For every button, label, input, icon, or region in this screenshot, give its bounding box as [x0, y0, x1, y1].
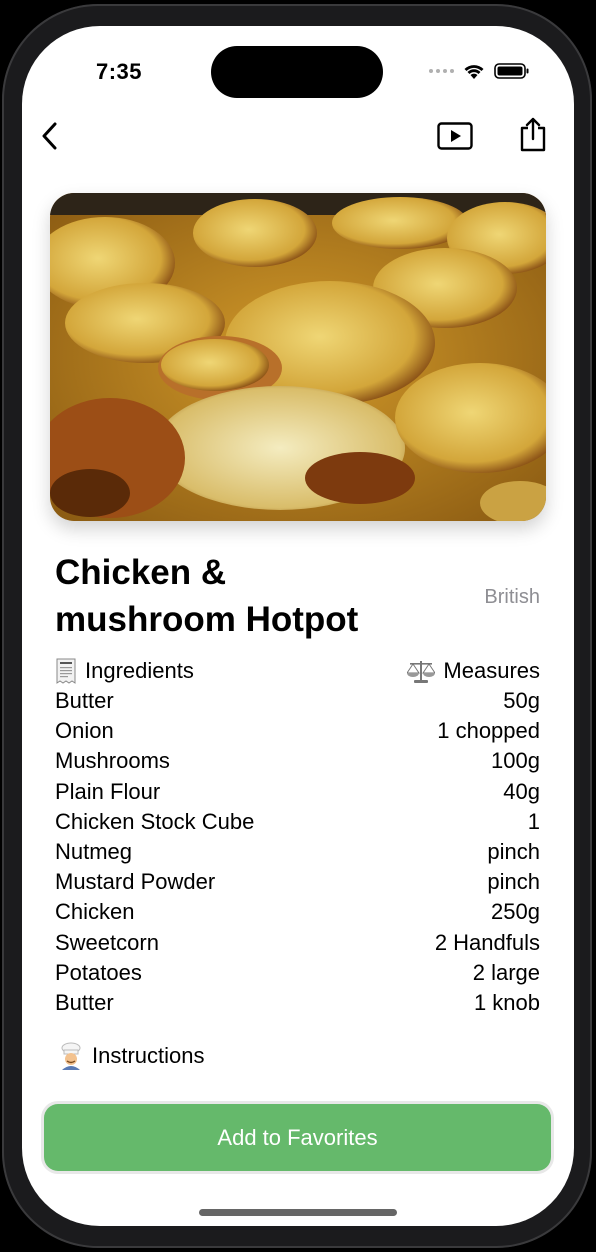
ingredient-measure: 100g	[491, 748, 540, 774]
ingredient-name: Potatoes	[55, 959, 142, 985]
ingredient-row: Potatoes 2 large	[55, 958, 540, 988]
ingredients-list: Butter 50g Onion 1 chopped Mushrooms 100g P…	[55, 686, 540, 1018]
play-video-button[interactable]	[434, 116, 476, 156]
ingredient-row: Onion 1 chopped	[55, 716, 540, 746]
chevron-left-icon	[42, 122, 57, 150]
ingredient-name: Mustard Powder	[55, 869, 216, 895]
screen: 7:35 Chicken & mushroom Hotpot British I…	[22, 26, 574, 1226]
scales-icon	[407, 661, 436, 683]
ingredient-name: Mushrooms	[55, 748, 170, 774]
cuisine-label: British	[484, 586, 540, 608]
status-indicators	[429, 62, 530, 80]
cellular-signal-icon	[429, 69, 454, 73]
ingredient-measure: 50g	[503, 688, 540, 714]
ingredients-header: Ingredients	[85, 658, 194, 683]
ingredient-measure: 2 large	[472, 959, 540, 985]
ingredient-measure: 250g	[491, 899, 540, 925]
ingredient-row: Nutmeg pinch	[55, 837, 540, 867]
ingredient-name: Butter	[55, 989, 114, 1015]
ingredient-measure: pinch	[487, 869, 540, 895]
ingredient-measure: 40g	[503, 778, 540, 804]
ingredient-measure: 2 Handfuls	[434, 929, 540, 955]
ingredient-row: Butter 1 knob	[55, 988, 540, 1018]
share-button[interactable]	[512, 112, 554, 156]
recipe-title: Chicken & mushroom Hotpot	[55, 553, 359, 639]
instructions-header: Instructions	[58, 1042, 205, 1070]
wifi-icon	[464, 65, 484, 79]
ingredient-row: Mushrooms 100g	[55, 746, 540, 776]
back-button[interactable]	[30, 116, 70, 156]
dynamic-island	[211, 46, 383, 98]
ingredient-name: Onion	[55, 718, 114, 744]
instructions-label: Instructions	[92, 1043, 205, 1068]
ingredient-row: Sweetcorn 2 Handfuls	[55, 928, 540, 958]
ingredient-name: Chicken	[55, 899, 135, 925]
home-indicator[interactable]	[199, 1209, 397, 1216]
ingredient-measure: 1 chopped	[437, 718, 540, 744]
ingredient-row: Chicken 250g	[55, 897, 540, 927]
ingredient-row: Plain Flour 40g	[55, 777, 540, 807]
recipe-image	[50, 193, 546, 521]
ingredient-row: Mustard Powder pinch	[55, 867, 540, 897]
play-rectangle-icon	[437, 122, 473, 150]
ingredient-measure: 1	[527, 808, 540, 834]
ingredient-measure: pinch	[487, 839, 540, 865]
ingredient-measure: 1 knob	[473, 989, 540, 1015]
ingredient-name: Sweetcorn	[55, 929, 159, 955]
add-to-favorites-button[interactable]: Add to Favorites	[44, 1104, 551, 1171]
ingredient-row: Butter 50g	[55, 686, 540, 716]
ingredient-name: Chicken Stock Cube	[55, 808, 255, 834]
share-icon	[520, 117, 546, 152]
ingredient-name: Butter	[55, 688, 114, 714]
battery-icon	[494, 63, 529, 79]
chef-icon	[61, 1042, 81, 1070]
status-time: 7:35	[96, 59, 143, 84]
ingredient-name: Nutmeg	[55, 839, 133, 865]
ingredient-name: Plain Flour	[55, 778, 161, 804]
ingredient-row: Chicken Stock Cube 1	[55, 807, 540, 837]
ingredients-header-row: Ingredients Measures	[55, 656, 540, 686]
measures-header: Measures	[443, 658, 540, 683]
receipt-icon	[56, 658, 76, 684]
